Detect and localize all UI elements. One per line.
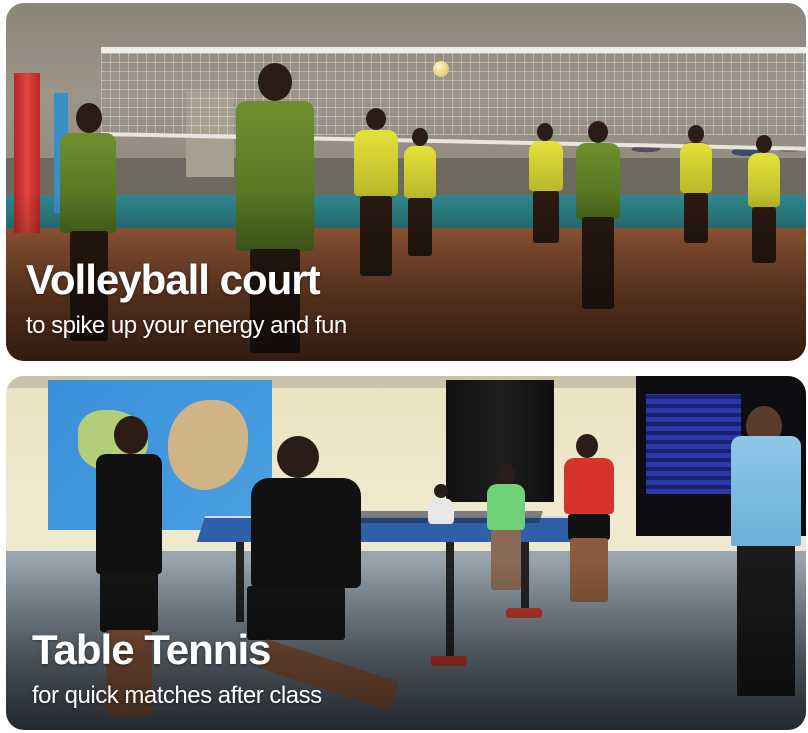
card-subtitle: for quick matches after class xyxy=(32,682,322,709)
card-title: Table Tennis xyxy=(32,626,271,673)
card-title: Volleyball court xyxy=(26,256,321,303)
table-tennis-caption: Table Tennis for quick matches after cla… xyxy=(32,626,322,710)
volleyball-card[interactable]: Volleyball court to spike up your energy… xyxy=(6,3,806,361)
card-subtitle: to spike up your energy and fun xyxy=(26,312,347,339)
volleyball-caption: Volleyball court to spike up your energy… xyxy=(26,256,347,340)
table-tennis-card[interactable]: Table Tennis for quick matches after cla… xyxy=(6,376,806,730)
